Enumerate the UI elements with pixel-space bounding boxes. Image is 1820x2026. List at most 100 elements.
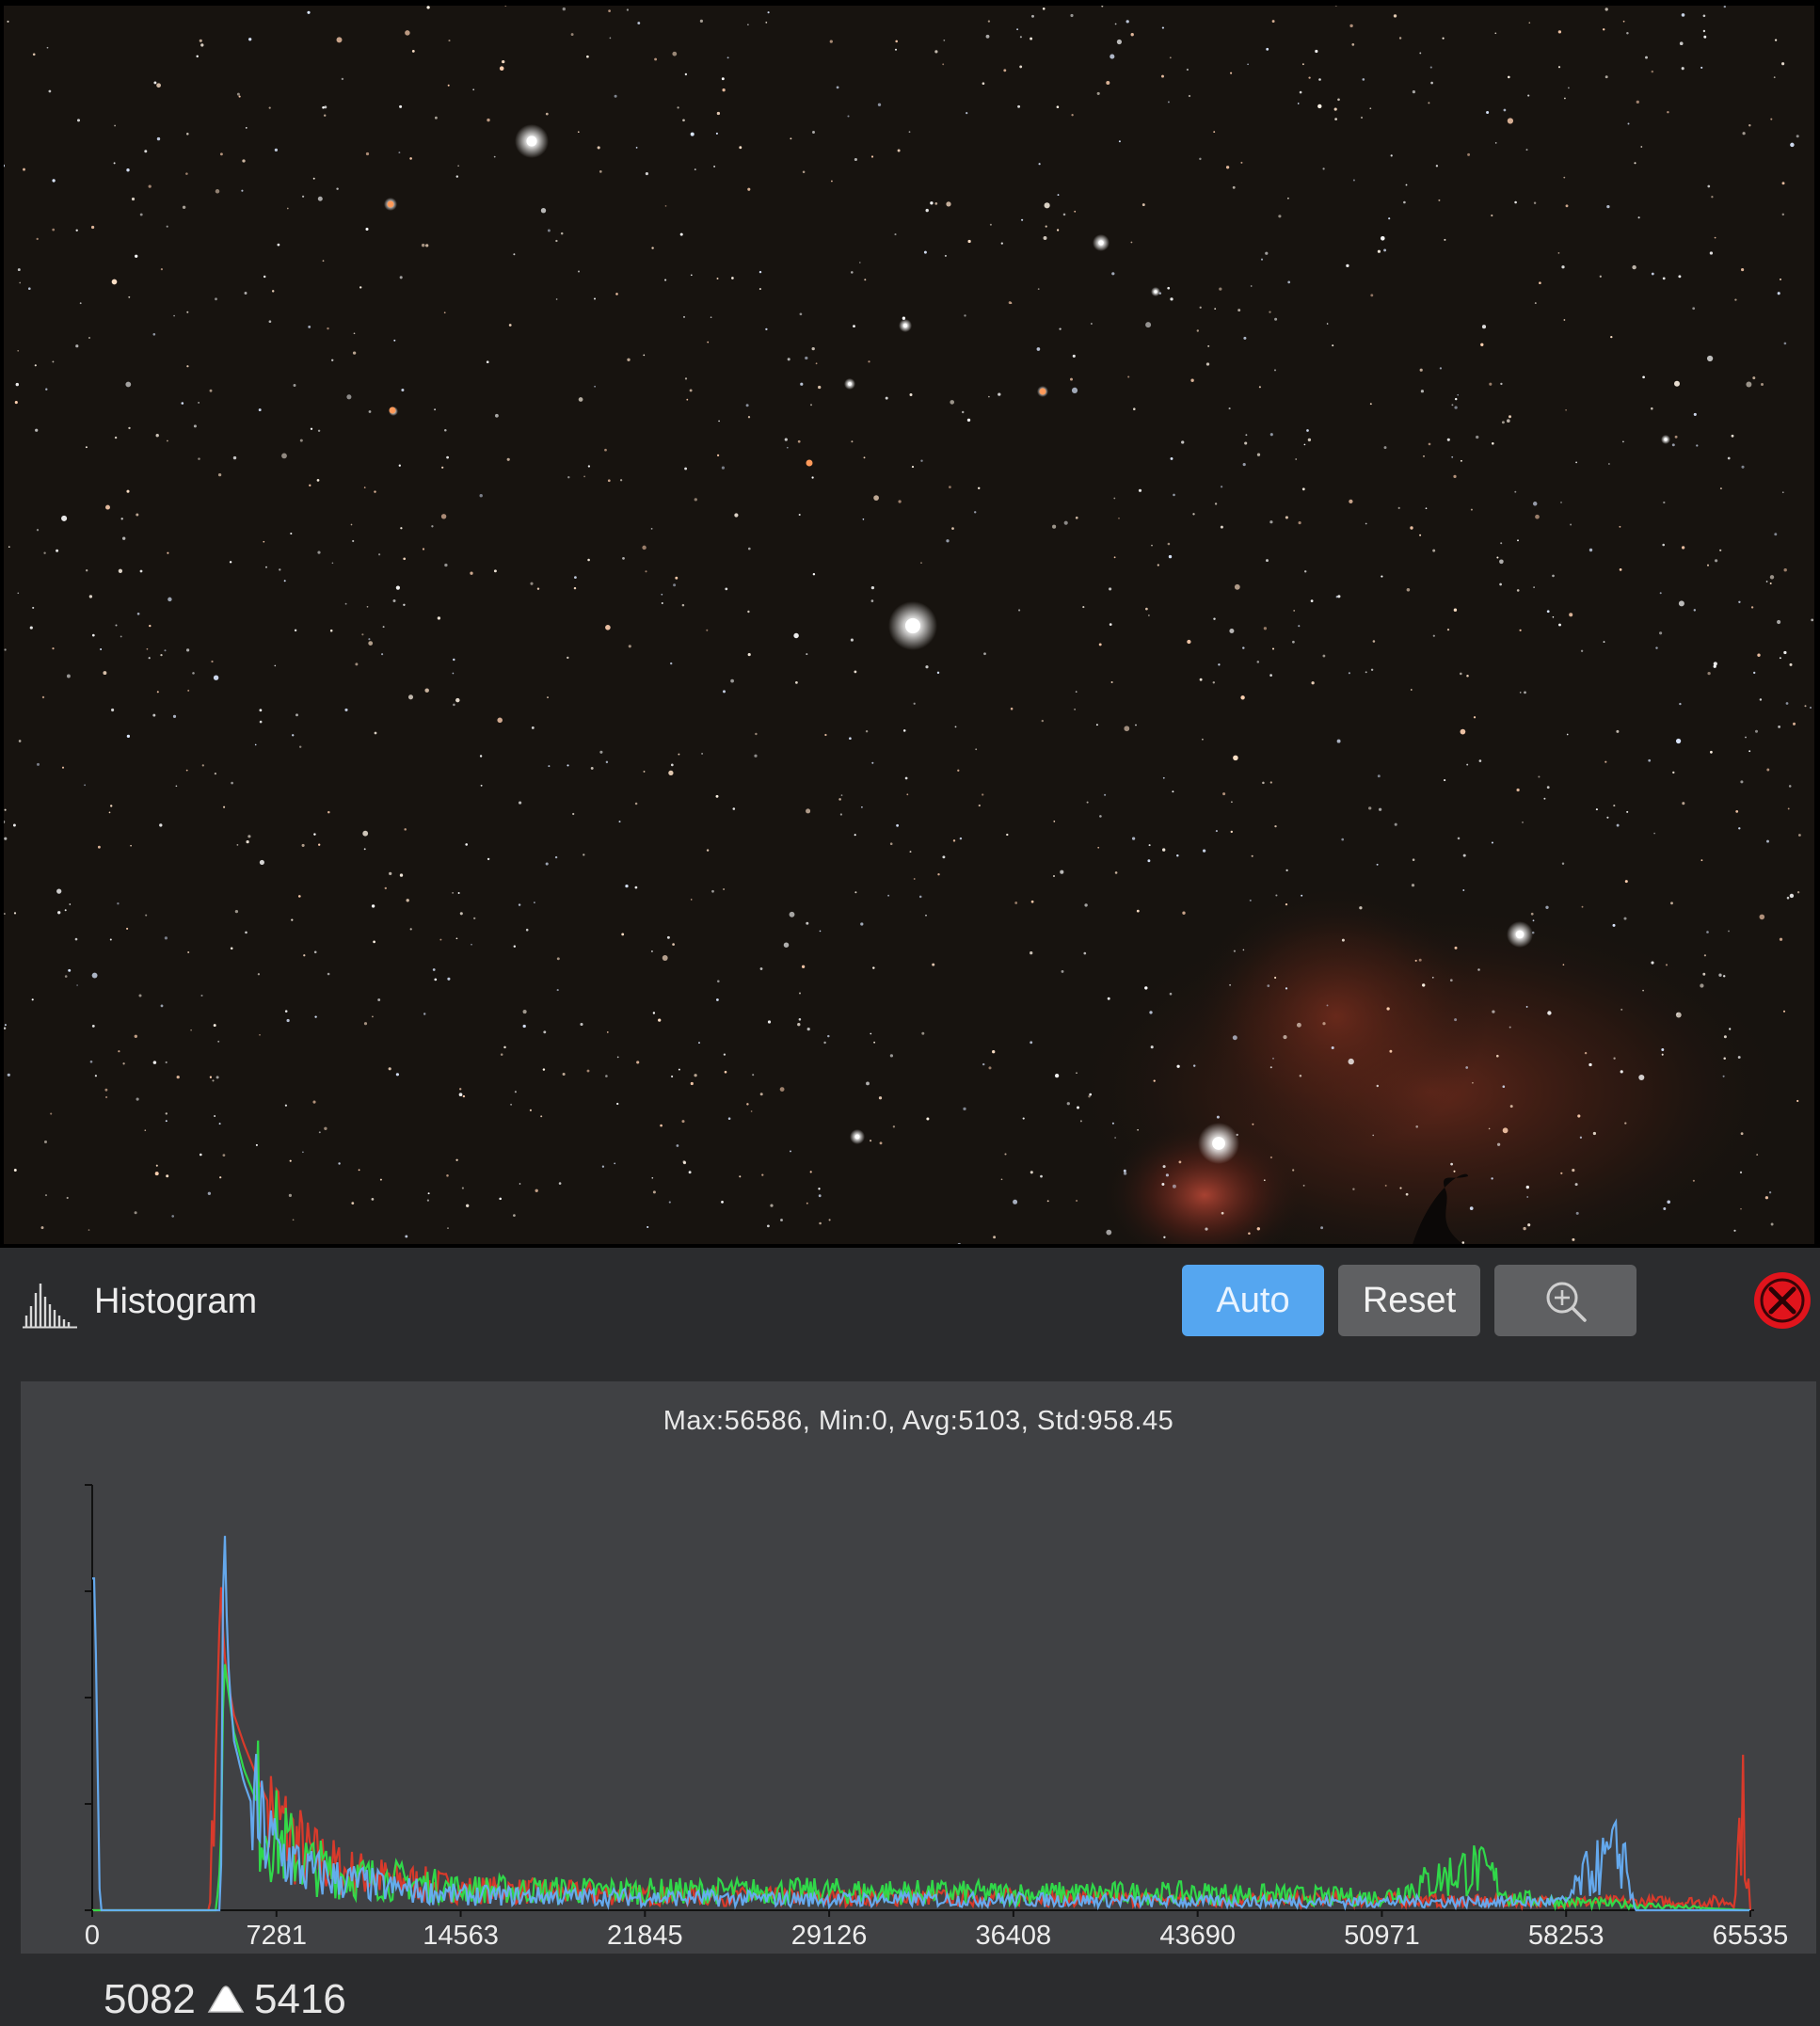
star	[974, 511, 977, 514]
star	[1769, 575, 1775, 580]
star	[1269, 311, 1271, 313]
star	[440, 514, 447, 519]
star	[1480, 343, 1484, 346]
star	[166, 439, 168, 442]
star	[1642, 375, 1645, 379]
star	[1563, 176, 1566, 179]
star	[114, 124, 117, 127]
star	[329, 629, 333, 632]
star	[1423, 455, 1425, 457]
star	[230, 947, 233, 950]
star	[1738, 827, 1741, 830]
star	[247, 835, 251, 838]
star	[1076, 1199, 1078, 1203]
star	[403, 603, 406, 607]
star	[1692, 1179, 1695, 1182]
star	[1054, 1073, 1060, 1078]
star	[148, 184, 152, 188]
star	[519, 1183, 521, 1185]
star	[1014, 901, 1018, 904]
star	[1135, 724, 1137, 726]
star	[1516, 788, 1520, 792]
star	[105, 504, 110, 510]
star	[1398, 37, 1402, 40]
star	[1777, 619, 1781, 625]
star	[1248, 1232, 1251, 1236]
star	[1681, 546, 1685, 550]
star	[1692, 307, 1696, 311]
star	[1071, 114, 1074, 117]
star	[1348, 672, 1350, 675]
star	[578, 397, 583, 402]
star	[17, 592, 20, 595]
star	[1114, 1137, 1116, 1139]
star	[1176, 853, 1179, 857]
star	[983, 652, 986, 656]
star	[1162, 1165, 1166, 1169]
star	[1693, 609, 1697, 612]
star	[1077, 1106, 1079, 1109]
star	[1789, 893, 1795, 899]
zoom-button[interactable]	[1494, 1265, 1636, 1336]
star	[664, 279, 667, 281]
star	[1500, 382, 1503, 386]
star	[1619, 525, 1621, 528]
star	[1229, 628, 1235, 634]
star	[193, 424, 197, 428]
star	[1199, 157, 1202, 161]
star	[125, 381, 132, 388]
star	[1199, 678, 1203, 681]
star	[214, 1115, 216, 1117]
star	[1053, 821, 1056, 822]
star	[1419, 368, 1423, 372]
star	[111, 708, 115, 712]
star	[1528, 22, 1531, 24]
star	[887, 894, 890, 897]
star	[1768, 1191, 1772, 1194]
star	[870, 1140, 872, 1142]
star	[547, 696, 549, 698]
star	[499, 1197, 502, 1201]
star	[583, 853, 585, 856]
star	[424, 688, 429, 693]
close-icon[interactable]	[1752, 1270, 1812, 1331]
star	[975, 748, 978, 751]
star	[499, 66, 504, 71]
frame-edge	[0, 0, 1820, 6]
star	[1182, 911, 1186, 915]
star	[223, 806, 226, 808]
star	[513, 253, 516, 256]
star	[292, 1219, 295, 1221]
star	[455, 1158, 458, 1161]
star	[303, 954, 306, 957]
histogram-plot[interactable]: Max:56586, Min:0, Avg:5103, Std:958.45 0…	[21, 1381, 1816, 1954]
star	[1230, 72, 1233, 74]
star	[721, 466, 726, 470]
star	[642, 545, 647, 550]
star	[1403, 200, 1406, 204]
star	[1071, 387, 1078, 393]
star	[859, 262, 861, 263]
star	[66, 1196, 69, 1200]
star	[165, 1120, 168, 1123]
star	[1735, 810, 1739, 813]
star	[64, 909, 67, 912]
star	[363, 1022, 368, 1026]
auto-button[interactable]: Auto	[1182, 1265, 1324, 1336]
star	[166, 225, 168, 228]
star	[780, 1219, 783, 1221]
histogram-footer: 5082 5416	[0, 1954, 1820, 2026]
bright-star	[848, 382, 852, 386]
star	[1113, 497, 1116, 500]
reset-button[interactable]: Reset	[1338, 1265, 1480, 1336]
star	[351, 1202, 355, 1204]
star	[1076, 1072, 1078, 1075]
star	[1502, 1127, 1509, 1134]
star	[608, 9, 611, 12]
star	[144, 150, 148, 153]
star	[322, 106, 325, 109]
star	[759, 1093, 763, 1096]
star	[1444, 238, 1446, 241]
star	[1061, 969, 1064, 973]
star	[455, 697, 460, 703]
